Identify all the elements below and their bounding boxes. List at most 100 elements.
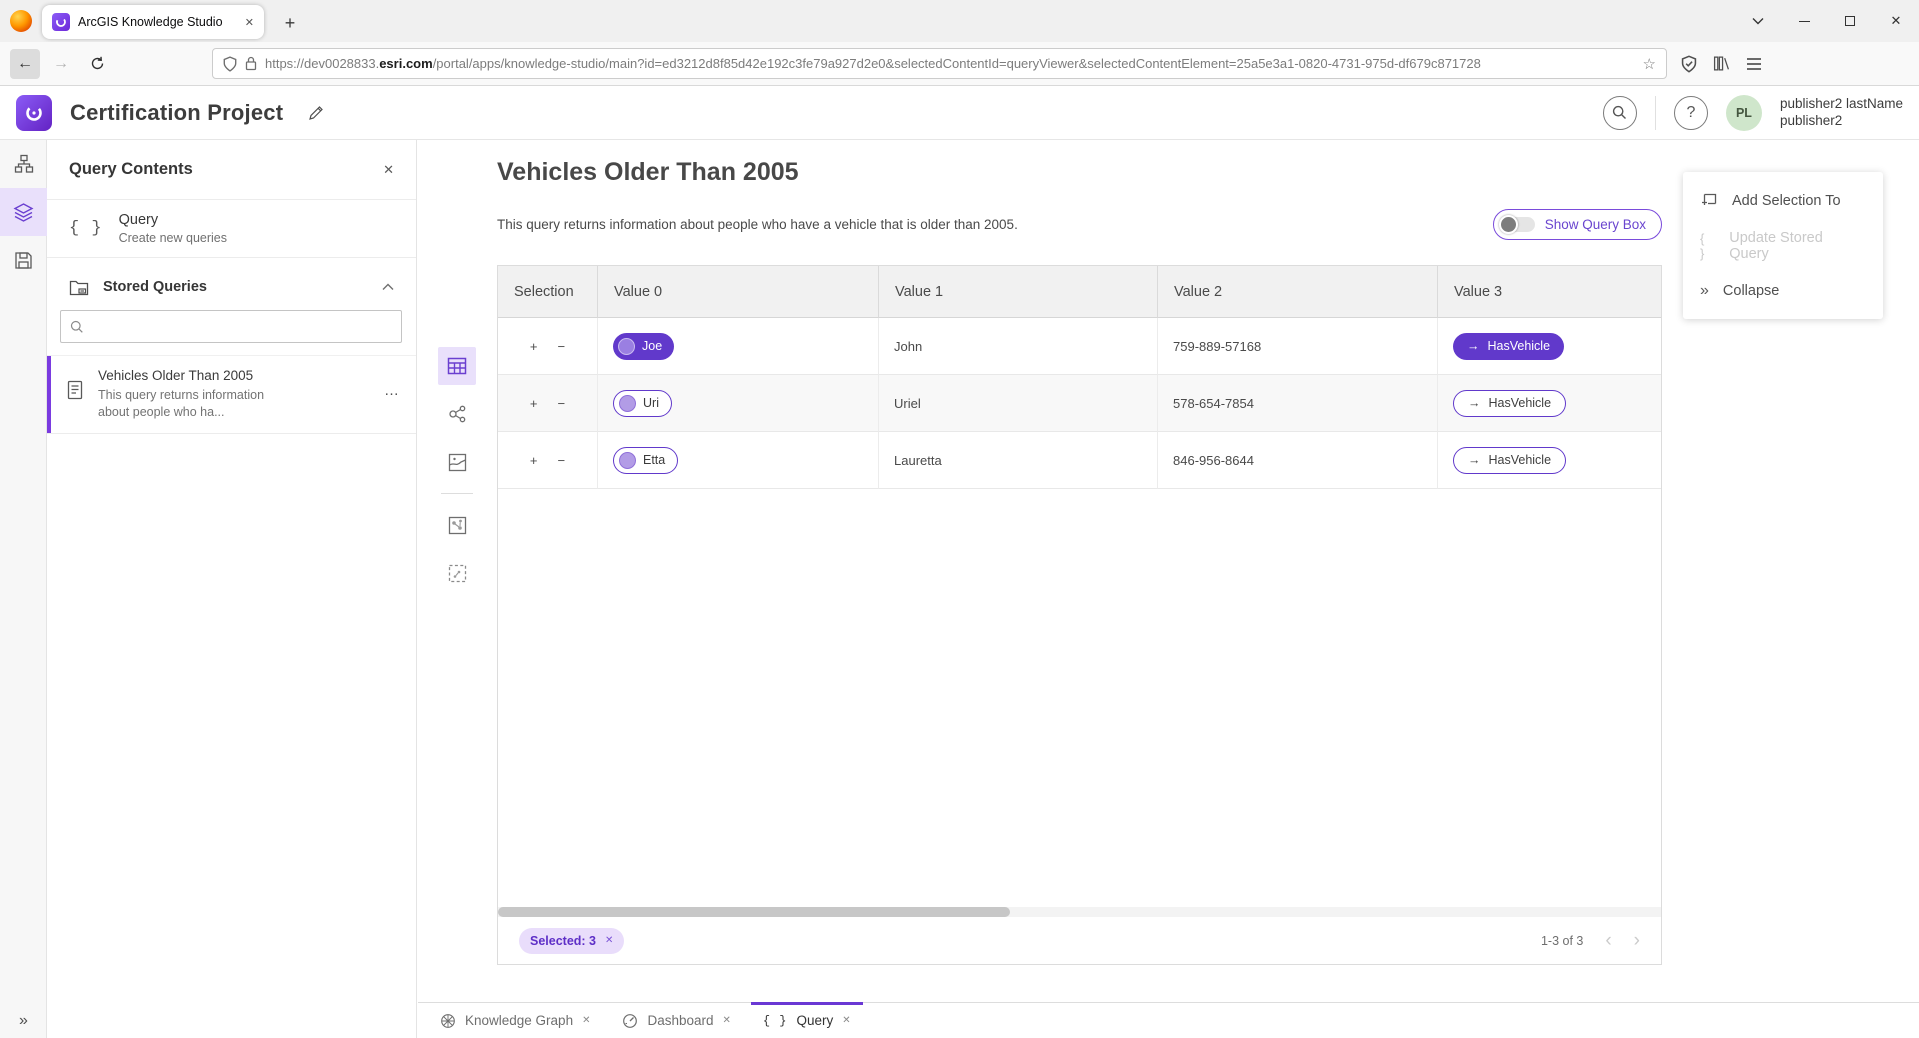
- table-row: Uri Uriel 578-654-7854 HasVehicle: [498, 375, 1661, 432]
- cell-value2: 846-956-8644: [1158, 432, 1438, 489]
- maximize-button[interactable]: [1827, 0, 1873, 42]
- column-header-value0: Value 0: [598, 266, 879, 318]
- results-table: Selection Value 0 Value 1 Value 2 Value …: [497, 265, 1662, 965]
- view-toolbar: [438, 347, 476, 602]
- firefox-icon[interactable]: [10, 10, 32, 32]
- help-button[interactable]: ?: [1674, 96, 1708, 130]
- horizontal-scrollbar[interactable]: [498, 907, 1661, 917]
- edit-title-pencil-icon[interactable]: [307, 104, 325, 122]
- table-view-button[interactable]: [438, 347, 476, 385]
- forward-button[interactable]: →: [46, 49, 76, 79]
- collapse-icon: [1700, 282, 1709, 300]
- selection-context-menu: Add Selection To Update Stored Query Col…: [1683, 172, 1883, 319]
- close-tab-icon[interactable]: [582, 1015, 590, 1026]
- entity-pill[interactable]: Joe: [613, 333, 674, 360]
- knowledge-graph-icon: [440, 1013, 456, 1029]
- column-header-selection: Selection: [498, 266, 598, 318]
- browser-tab-title: ArcGIS Knowledge Studio: [78, 15, 237, 29]
- close-window-button[interactable]: [1873, 0, 1919, 42]
- minimize-button[interactable]: [1781, 0, 1827, 42]
- shield-icon[interactable]: [223, 56, 237, 72]
- folder-icon: [69, 278, 89, 296]
- item-options-icon[interactable]: [384, 382, 400, 399]
- user-info[interactable]: publisher2 lastName publisher2: [1780, 96, 1903, 130]
- map-overlay-view-button[interactable]: [438, 506, 476, 544]
- active-tab-indicator: [751, 1002, 863, 1005]
- column-header-value3: Value 3: [1438, 266, 1661, 318]
- chevron-up-icon[interactable]: [382, 283, 394, 291]
- library-icon[interactable]: [1713, 55, 1730, 72]
- search-input[interactable]: [92, 319, 392, 334]
- stored-queries-header[interactable]: Stored Queries: [47, 258, 416, 308]
- menu-item-collapse[interactable]: Collapse: [1683, 268, 1883, 313]
- show-query-box-toggle[interactable]: Show Query Box: [1493, 209, 1662, 240]
- entity-avatar-icon: [618, 338, 635, 355]
- relationship-pill[interactable]: HasVehicle: [1453, 390, 1566, 417]
- cell-value1: Lauretta: [879, 432, 1158, 489]
- panel-close-icon[interactable]: [383, 162, 394, 178]
- user-avatar[interactable]: PL: [1726, 95, 1762, 131]
- add-selection-icon[interactable]: [530, 339, 538, 354]
- url-bar[interactable]: https://dev0028833.esri.com/portal/apps/…: [212, 48, 1667, 79]
- browser-tab[interactable]: ArcGIS Knowledge Studio: [42, 5, 264, 39]
- user-name: publisher2 lastName: [1780, 96, 1903, 113]
- entity-pill[interactable]: Etta: [613, 447, 678, 474]
- remove-selection-icon[interactable]: [558, 453, 566, 468]
- stored-query-item[interactable]: Vehicles Older Than 2005 This query retu…: [47, 355, 416, 434]
- expand-strip-button[interactable]: [0, 1012, 47, 1030]
- entity-pill[interactable]: Uri: [613, 390, 672, 417]
- scrollbar-thumb[interactable]: [498, 907, 1010, 917]
- tab-query[interactable]: Query: [747, 1003, 867, 1038]
- header-divider: [1655, 96, 1656, 130]
- add-selection-icon[interactable]: [530, 453, 538, 468]
- relationship-pill[interactable]: HasVehicle: [1453, 333, 1564, 360]
- stored-queries-search[interactable]: [60, 310, 402, 343]
- selection-view-button[interactable]: [438, 554, 476, 592]
- search-button[interactable]: [1603, 96, 1637, 130]
- back-button[interactable]: ←: [10, 49, 40, 79]
- toolbar-separator: [441, 493, 473, 494]
- query-item-title: Query: [119, 212, 227, 228]
- menu-hamburger-icon[interactable]: [1746, 57, 1762, 71]
- braces-icon: [1700, 231, 1715, 261]
- arrow-right-icon: [1468, 396, 1481, 410]
- browser-navbar: ← → https://dev0028833.esri.com/portal/a…: [0, 42, 1919, 86]
- remove-selection-icon[interactable]: [558, 396, 566, 411]
- page-description: This query returns information about peo…: [497, 217, 1018, 232]
- menu-item-add-selection-to[interactable]: Add Selection To: [1683, 178, 1883, 223]
- close-tab-icon[interactable]: [842, 1015, 850, 1026]
- query-item[interactable]: Query Create new queries: [47, 200, 416, 258]
- remove-selection-icon[interactable]: [558, 339, 566, 354]
- sidebar-item-data-model[interactable]: [0, 140, 47, 188]
- close-tab-icon[interactable]: [723, 1015, 731, 1026]
- protections-shield-icon[interactable]: [1681, 55, 1697, 73]
- tab-close-icon[interactable]: [245, 16, 254, 29]
- entity-avatar-icon: [619, 395, 636, 412]
- toggle-knob: [1499, 215, 1518, 234]
- left-icon-strip: [0, 140, 47, 1038]
- link-chart-view-button[interactable]: [438, 395, 476, 433]
- tab-knowledge-graph[interactable]: Knowledge Graph: [424, 1003, 606, 1038]
- relationship-pill[interactable]: HasVehicle: [1453, 447, 1566, 474]
- add-selection-icon[interactable]: [530, 396, 538, 411]
- column-header-value1: Value 1: [879, 266, 1158, 318]
- map-view-button[interactable]: [438, 443, 476, 481]
- bookmark-star-icon[interactable]: ☆: [1643, 55, 1656, 73]
- selected-count-chip[interactable]: Selected: 3: [519, 928, 624, 954]
- next-page-icon[interactable]: [1634, 931, 1640, 950]
- list-tabs-icon[interactable]: [1735, 0, 1781, 42]
- tab-dashboard[interactable]: Dashboard: [606, 1003, 746, 1038]
- table-row: Etta Lauretta 846-956-8644 HasVehicle: [498, 432, 1661, 489]
- clear-selection-icon[interactable]: [605, 935, 613, 946]
- lock-icon: [245, 56, 257, 71]
- reload-button[interactable]: [82, 49, 112, 79]
- add-to-icon: [1700, 192, 1718, 210]
- sidebar-item-save[interactable]: [0, 236, 47, 284]
- braces-icon: [763, 1014, 788, 1028]
- sidebar-item-contents[interactable]: [0, 188, 47, 236]
- arrow-right-icon: [1467, 339, 1480, 353]
- previous-page-icon[interactable]: [1605, 931, 1611, 950]
- cell-value1: John: [879, 318, 1158, 375]
- cell-value1: Uriel: [879, 375, 1158, 432]
- new-tab-button[interactable]: [276, 9, 304, 37]
